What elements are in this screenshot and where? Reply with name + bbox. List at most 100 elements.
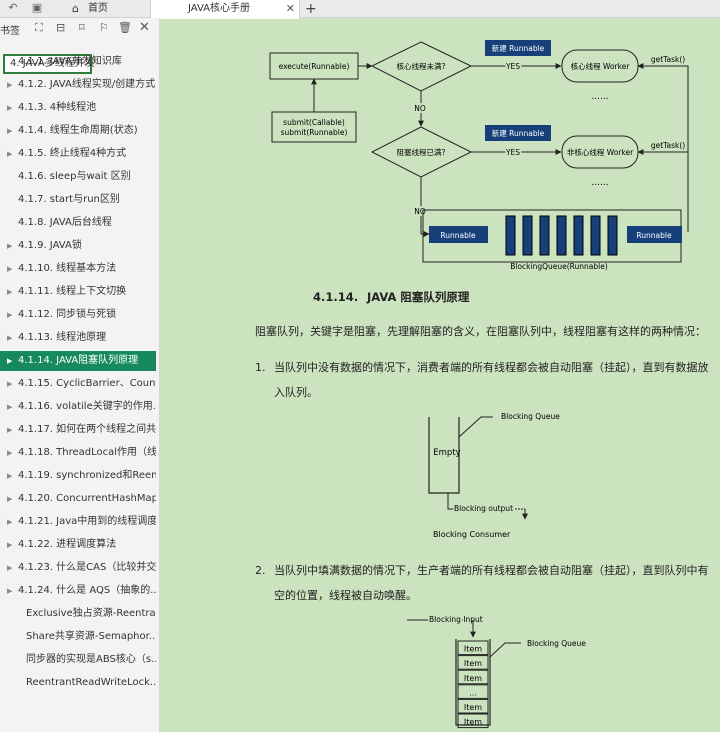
queue-item-label: Item [464, 659, 482, 668]
expand-arrow-icon[interactable]: ▶ [7, 466, 12, 486]
sidebar-bookmark-item[interactable]: ▶ 4.1.13. 线程池原理 [0, 328, 156, 348]
queue-item-label: Item [464, 674, 482, 683]
expand-arrow-icon[interactable]: ▶ [7, 558, 12, 578]
sidebar-bookmark-item[interactable]: ▶ 4.1.3. 4种线程池 [0, 98, 156, 118]
sidebar-bookmark-item[interactable]: ▶ 4.1.11. 线程上下文切换 [0, 282, 156, 302]
bookmark-label: 4.1.7. start与run区别 [18, 194, 120, 205]
sidebar-title: 书签 [0, 26, 20, 37]
sidebar-bookmark-item[interactable]: ▶ 4.1.12. 同步锁与死锁 [0, 305, 156, 325]
sidebar-bookmark-item[interactable]: ▶ 4.1.14. JAVA阻塞队列原理 [0, 351, 156, 371]
submit-box [271, 111, 357, 143]
sidebar-bookmark-item[interactable]: ▶ 4.1.19. synchronized和Reent... [0, 466, 156, 486]
expand-arrow-icon[interactable]: ▶ [7, 259, 12, 279]
expand-arrow-icon[interactable]: ▶ [7, 144, 12, 164]
blocking-queue-label-3: Blocking Queue [527, 639, 586, 648]
block-decision-label: 阻塞线程已满? [397, 147, 446, 157]
new-tab-button[interactable]: + [305, 0, 317, 18]
section-number: 4.1.14. [313, 290, 359, 304]
expand-arrow-icon[interactable]: ▶ [7, 374, 12, 394]
tab-document-label: JAVA核心手册 [187, 3, 251, 14]
sidebar-bookmark-item[interactable]: ▶ 4.1.24. 什么是 AQS（抽象的... [0, 581, 156, 601]
sidebar-bookmark-item[interactable]: 4.1.8. JAVA后台线程 [0, 213, 156, 233]
sidebar-bookmark-item[interactable]: ▶ 4.1.22. 进程调度算法 [0, 535, 156, 555]
save-icon[interactable]: ▣ [30, 1, 44, 15]
queue-slots [505, 215, 618, 256]
expand-arrow-icon[interactable]: ▶ [7, 512, 12, 532]
list-number-2: 2. [255, 564, 266, 577]
add-bookmark-icon[interactable]: ⌑ [79, 21, 85, 35]
sidebar-bookmark-item[interactable]: ▶ 4.1.17. 如何在两个线程之间共... [0, 420, 156, 440]
empty-label: Empty [433, 448, 460, 458]
close-sidebar-icon[interactable]: ✕ [139, 21, 150, 35]
bookmark-label: 4.1.11. 线程上下文切换 [18, 286, 127, 297]
noncore-worker-label: 非核心线程 Worker [567, 147, 634, 157]
sidebar-bookmark-item[interactable]: ▶ 4.1.18. ThreadLocal作用（线... [0, 443, 156, 463]
bookmark-label: 4.1.15. CyclicBarrier、Count... [18, 378, 156, 389]
expand-all-icon[interactable]: ⛶ [35, 21, 43, 35]
expand-arrow-icon[interactable]: ▶ [7, 535, 12, 555]
tab-home[interactable]: ⌂ 首页 [68, 0, 148, 18]
sidebar-bookmark-item[interactable]: ▶ 4.1.15. CyclicBarrier、Count... [0, 374, 156, 394]
queue-item-label: Item [464, 718, 482, 727]
delete-icon[interactable]: 🗑 [118, 21, 132, 35]
expand-arrow-icon[interactable]: ▶ [7, 98, 12, 118]
blocking-output-label: Blocking output [454, 504, 513, 513]
list-item-1: 当队列中没有数据的情况下，消费者端的所有线程都会被自动阻塞（挂起），直到有数据放… [274, 361, 709, 399]
bookmark-label: 4.1.5. 终止线程4种方式 [18, 148, 127, 159]
expand-arrow-icon[interactable]: ▶ [7, 328, 12, 348]
bookmark-icon[interactable]: ⚐ [99, 21, 109, 35]
expand-arrow-icon[interactable]: ▶ [7, 75, 12, 95]
expand-arrow-icon[interactable]: ▶ [7, 236, 12, 256]
get-task-label-1: getTask() [651, 55, 685, 64]
tab-document[interactable]: JAVA核心手册 ✕ [150, 0, 300, 19]
bookmark-label: 4.1.14. JAVA阻塞队列原理 [18, 355, 139, 366]
new-runnable-label-1: 新建 Runnable [492, 43, 545, 53]
collapse-all-icon[interactable]: ⊟ [56, 21, 65, 35]
sidebar-bookmark-item[interactable]: ▶ 4.1.9. JAVA锁 [0, 236, 156, 256]
bookmark-label: 4.1.4. 线程生命周期(状态) [18, 125, 138, 136]
sidebar-bookmark-item[interactable]: 同步器的实现是ABS核心（s... [0, 650, 156, 670]
sidebar-bookmark-item[interactable]: 4.1.7. start与run区别 [0, 190, 156, 210]
yes-label-2: YES [505, 148, 520, 157]
close-tab-icon[interactable]: ✕ [286, 0, 295, 18]
bookmark-label: 4.1.24. 什么是 AQS（抽象的... [18, 585, 156, 596]
bookmark-label: 4.1.21. Java中用到的线程调度 [18, 516, 156, 527]
sidebar-bookmark-item[interactable]: Share共享资源-Semaphor... [0, 627, 156, 647]
back-arrow-icon[interactable]: ↶ [6, 1, 20, 15]
sidebar-bookmark-item[interactable]: ▶ 4.1.2. JAVA线程实现/创建方式 [0, 75, 156, 95]
sidebar-bookmark-item[interactable]: Exclusive独占资源-Reentra... [0, 604, 156, 624]
expand-arrow-icon[interactable]: ▶ [7, 351, 12, 371]
bookmark-label: 4.1.16. volatile关键字的作用... [18, 401, 156, 412]
expand-arrow-icon[interactable]: ▶ [7, 489, 12, 509]
full-queue-diagram: Blocking Input Blocking Queue ItemItemIt… [407, 614, 586, 729]
expand-arrow-icon[interactable]: ▶ [7, 443, 12, 463]
core-worker-label: 核心线程 Worker [571, 61, 631, 71]
sidebar-bookmark-item[interactable]: ▶ 4.1.5. 终止线程4种方式 [0, 144, 156, 164]
sidebar-bookmark-item[interactable]: ▶ 4.1.21. Java中用到的线程调度 [0, 512, 156, 532]
sidebar-bookmark-item[interactable]: ▶ 4.1.16. volatile关键字的作用... [0, 397, 156, 417]
bookmark-label: Exclusive独占资源-Reentra... [26, 608, 156, 619]
expand-arrow-icon[interactable]: ▶ [7, 305, 12, 325]
tab-bar: ↶ ▣ ⌂ 首页 JAVA核心手册 ✕ + [0, 0, 720, 19]
expand-arrow-icon[interactable]: ▶ [7, 420, 12, 440]
ellipsis-2: ...... [591, 178, 608, 188]
section-heading: 4.1.14. JAVA 阻塞队列原理 [313, 289, 469, 305]
sidebar-bookmark-item[interactable]: ▶ 4.1.4. 线程生命周期(状态) [0, 121, 156, 141]
bookmark-label: Share共享资源-Semaphor... [26, 631, 156, 642]
sidebar-bookmark-item[interactable]: ▶ 4.1.20. ConcurrentHashMap... [0, 489, 156, 509]
intro-paragraph: 阻塞队列，关键字是阻塞，先理解阻塞的含义，在阻塞队列中，线程阻塞有这样的两种情况… [255, 325, 706, 338]
expand-arrow-icon[interactable]: ▶ [7, 581, 12, 601]
no-label-1: NO [414, 104, 426, 113]
sidebar-header: 书签 ⛶ ⊟ ⌑ ⚐ 🗑 ✕ [0, 18, 160, 40]
bookmark-label: 4.1.10. 线程基本方法 [18, 263, 117, 274]
sidebar-bookmark-item[interactable]: 4.1.6. sleep与wait 区别 [0, 167, 156, 187]
sidebar-bookmark-item[interactable]: ▶ 4.1.23. 什么是CAS（比较并交... [0, 558, 156, 578]
expand-arrow-icon[interactable]: ▶ [7, 282, 12, 302]
sidebar-bookmark-item[interactable]: 4.1.1. JAVA并发知识库 [0, 52, 156, 72]
expand-arrow-icon[interactable]: ▶ [7, 397, 12, 417]
section-title: JAVA 阻塞队列原理 [367, 290, 470, 304]
sidebar-bookmark-item[interactable]: ▶ 4.1.10. 线程基本方法 [0, 259, 156, 279]
sidebar-bookmark-item[interactable]: ReentrantReadWriteLock... [0, 673, 156, 693]
runnable-label-right: Runnable [636, 231, 672, 240]
expand-arrow-icon[interactable]: ▶ [7, 121, 12, 141]
